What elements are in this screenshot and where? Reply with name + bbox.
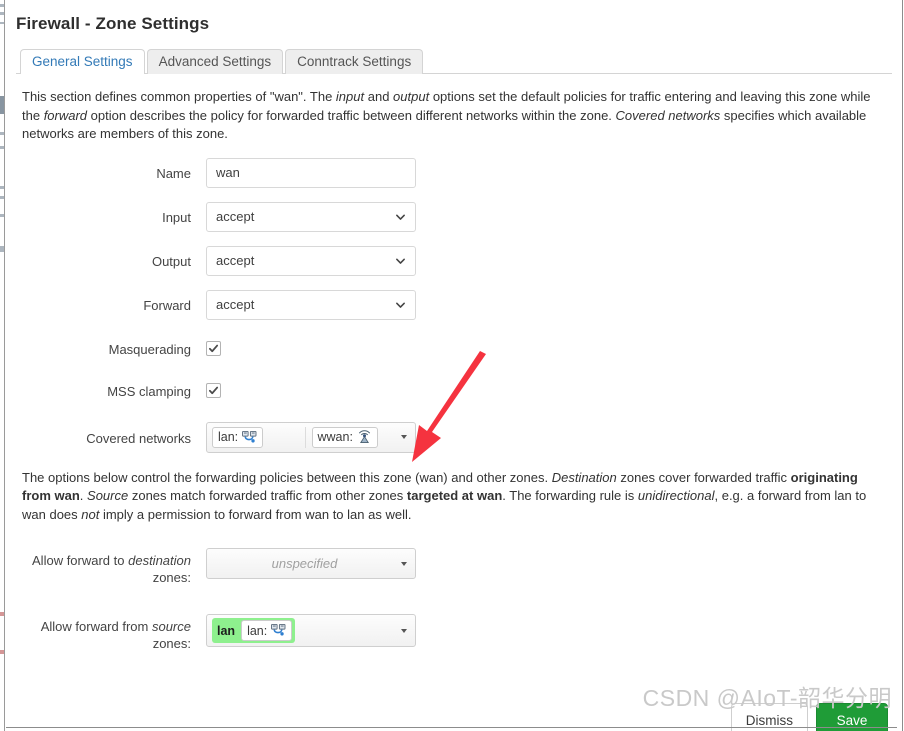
allow-forward-from-label-post: zones: xyxy=(152,636,191,651)
wifi-icon xyxy=(358,430,371,444)
check-icon xyxy=(208,386,219,394)
covered-networks-cell-wwan[interactable]: wwan: xyxy=(304,426,400,448)
desc-bottom-part4: zones match forwarded traffic from other… xyxy=(128,488,407,503)
ethernet-icon xyxy=(242,430,257,443)
check-icon xyxy=(208,344,219,352)
network-chip-lan[interactable]: lan: xyxy=(212,426,264,448)
form-row-allow-forward-to: Allow forward to destination zones: unsp… xyxy=(6,548,902,586)
covered-networks-label: Covered networks xyxy=(86,430,191,446)
ethernet-icon xyxy=(271,624,286,636)
desc-top-em-input: input xyxy=(335,89,365,104)
forward-label: Forward xyxy=(143,297,191,313)
chevron-down-icon xyxy=(396,302,405,308)
form-row-covered-networks: Covered networks lan: wwan: xyxy=(6,421,902,453)
allow-forward-from-label: Allow forward from source zones: xyxy=(6,614,206,652)
desc-bottom-part1: The options below control the forwarding… xyxy=(22,469,552,485)
desc-top-em-forward: forward xyxy=(43,107,88,123)
forward-policy-value: accept xyxy=(216,297,255,312)
desc-bottom-part7: imply a permission to forward from wan t… xyxy=(99,506,412,522)
allow-forward-to-select[interactable]: unspecified xyxy=(206,548,416,579)
tab-general-settings[interactable]: General Settings xyxy=(20,49,145,75)
source-zone-selection-lan[interactable]: lan lan: xyxy=(212,618,296,643)
chevron-down-icon xyxy=(401,561,407,566)
allow-forward-to-label-pre: Allow forward to xyxy=(32,553,129,568)
source-zone-tag-label: lan xyxy=(217,623,236,638)
mss-clamping-checkbox[interactable] xyxy=(206,382,221,398)
form-row-masquerading: Masquerading xyxy=(6,334,902,358)
desc-bottom-em-unidirectional: unidirectional xyxy=(637,488,715,503)
masquerading-label: Masquerading xyxy=(108,341,191,357)
output-label: Output xyxy=(151,253,191,269)
form-row-name: Name xyxy=(6,157,902,188)
output-policy-select[interactable]: accept xyxy=(206,245,416,276)
source-zone-chip-lan[interactable]: lan: xyxy=(241,620,293,641)
covered-networks-select[interactable]: lan: wwan: xyxy=(206,421,416,453)
general-settings-form: Name Input accept Output accept xyxy=(6,157,902,453)
allow-forward-to-label: Allow forward to destination zones: xyxy=(6,548,206,586)
allow-forward-from-label-em: source xyxy=(151,619,191,634)
desc-bottom-em-source: Source xyxy=(87,488,129,503)
desc-bottom-part3: . xyxy=(79,488,88,503)
input-policy-select[interactable]: accept xyxy=(206,201,416,232)
desc-top-part1: This section defines common properties o… xyxy=(22,89,336,104)
desc-bottom-em-destination: Destination xyxy=(551,469,617,485)
input-policy-value: accept xyxy=(216,209,255,224)
desc-top-em-output: output xyxy=(393,89,430,104)
desc-top-part2: and xyxy=(364,89,394,104)
desc-top-em-covered-networks: Covered networks xyxy=(615,107,721,123)
allow-forward-to-label-em: destination xyxy=(128,553,191,568)
input-label: Input xyxy=(162,209,191,225)
chevron-down-icon xyxy=(396,258,405,264)
desc-top-part4: option describes the policy for forwarde… xyxy=(87,107,616,123)
tab-conntrack-settings[interactable]: Conntrack Settings xyxy=(285,49,424,74)
output-policy-value: accept xyxy=(216,253,255,268)
allow-forward-from-select[interactable]: lan lan: xyxy=(206,614,416,647)
form-row-forward: Forward accept xyxy=(6,289,902,320)
desc-bottom-strong-targeted: targeted at wan xyxy=(406,488,503,503)
forward-policy-select[interactable]: accept xyxy=(206,289,416,320)
form-row-mss-clamping: MSS clamping xyxy=(6,376,902,400)
source-zone-chip-label: lan: xyxy=(247,623,268,638)
tab-advanced-settings[interactable]: Advanced Settings xyxy=(146,49,284,74)
chevron-down-icon xyxy=(396,214,405,220)
covered-networks-cell-lan[interactable]: lan: xyxy=(210,426,305,448)
allow-forward-to-label-post: zones: xyxy=(152,570,191,585)
desc-bottom-part2: zones cover forwarded traffic xyxy=(616,469,791,485)
browser-edge-strip xyxy=(0,0,5,731)
desc-bottom-em-not: not xyxy=(81,506,100,522)
allow-forward-to-value: unspecified xyxy=(271,556,338,571)
masquerading-checkbox[interactable] xyxy=(206,340,221,356)
window-bottom-border xyxy=(6,727,897,728)
allow-forward-from-label-pre: Allow forward from xyxy=(40,619,152,634)
form-row-output: Output accept xyxy=(6,245,902,276)
page-title: Firewall - Zone Settings xyxy=(16,14,210,33)
zone-description-bottom: The options below control the forwarding… xyxy=(22,469,888,525)
mss-clamping-label: MSS clamping xyxy=(107,383,191,399)
tab-bar: General Settings Advanced Settings Connt… xyxy=(16,48,892,75)
desc-bottom-part5: . The forwarding rule is xyxy=(502,488,638,503)
chevron-down-icon xyxy=(401,628,407,633)
network-chip-wwan[interactable]: wwan: xyxy=(311,426,378,448)
network-chip-wwan-label: wwan: xyxy=(317,430,353,444)
name-input[interactable] xyxy=(206,157,416,188)
name-label: Name xyxy=(156,165,191,181)
chevron-down-icon xyxy=(401,435,407,439)
form-row-input: Input accept xyxy=(6,201,902,232)
forwarding-form: Allow forward to destination zones: unsp… xyxy=(6,548,902,652)
zone-description-top: This section defines common properties o… xyxy=(22,88,888,144)
settings-page: Firewall - Zone Settings General Setting… xyxy=(6,0,903,731)
form-row-allow-forward-from: Allow forward from source zones: lan lan… xyxy=(6,614,902,652)
network-chip-lan-label: lan: xyxy=(218,430,239,444)
